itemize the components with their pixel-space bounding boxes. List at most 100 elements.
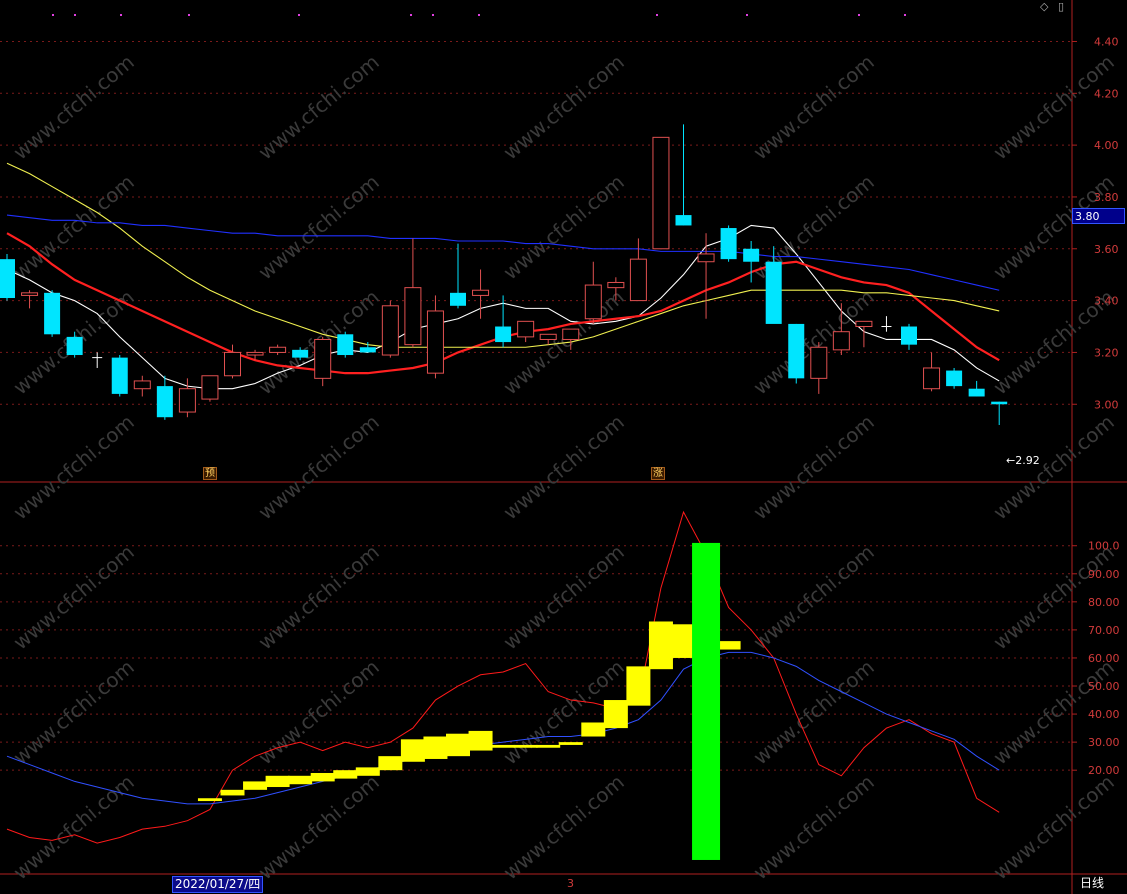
candle-body (991, 401, 1008, 405)
candle-body (607, 281, 625, 289)
min-price-arrow: ← (1006, 454, 1016, 467)
watermark-text: www.cfchi.com (989, 170, 1119, 285)
candle-body (359, 347, 376, 353)
indicator-yellow-bar (220, 789, 245, 796)
diamond-icon[interactable]: ◇ (1040, 0, 1048, 13)
watermark-text: www.cfchi.com (499, 770, 629, 885)
price-tick-label: 3.00 (1094, 398, 1119, 411)
candle-body (765, 261, 782, 324)
watermark-text: www.cfchi.com (9, 655, 139, 770)
candle-body (652, 136, 670, 250)
watermark-text: www.cfchi.com (9, 410, 139, 525)
watermark-text: www.cfchi.com (989, 410, 1119, 525)
candle-body (720, 228, 737, 260)
top-marker-dot (74, 14, 76, 16)
event-marker-zhang[interactable]: 涨 (651, 467, 665, 480)
candle-body (404, 287, 422, 346)
top-marker-dot (858, 14, 860, 16)
indicator-tick-label: 30.00 (1088, 736, 1120, 749)
indicator-yellow-bar (378, 756, 403, 771)
top-marker-dot (656, 14, 658, 16)
watermark-text: www.cfchi.com (749, 50, 879, 165)
grid-layer (0, 0, 1127, 894)
top-marker-dot (746, 14, 748, 16)
indicator-tick-label: 40.00 (1088, 708, 1120, 721)
top-marker-dot (410, 14, 412, 16)
indicator-yellow-bar (243, 781, 268, 790)
candle-body (133, 380, 151, 390)
indicator-yellow-bar (648, 621, 673, 670)
watermark-text: www.cfchi.com (254, 540, 384, 655)
watermark-text: www.cfchi.com (254, 410, 384, 525)
price-tick-label: 4.20 (1094, 87, 1119, 100)
candle-body (337, 334, 354, 356)
indicator-yellow-bar (558, 742, 583, 745)
watermark-text: www.cfchi.com (499, 170, 629, 285)
watermark-text: www.cfchi.com (499, 410, 629, 525)
indicator-tick-label: 20.00 (1088, 764, 1120, 777)
candle-body (697, 253, 715, 263)
indicator-yellow-bar (536, 744, 561, 748)
watermark-text: www.cfchi.com (749, 410, 879, 525)
candle-body (450, 292, 466, 306)
candle-body (292, 349, 309, 358)
candle-body (269, 346, 287, 353)
top-marker-dot (188, 14, 190, 16)
watermark-text: www.cfchi.com (9, 540, 139, 655)
indicator-tick-label: 90.00 (1088, 568, 1120, 581)
candle-body (44, 292, 61, 335)
indicator-yellow-bar (513, 744, 538, 748)
indicator-yellow-bar (333, 770, 358, 779)
watermark-text: www.cfchi.com (254, 170, 384, 285)
candle-body (968, 388, 985, 397)
min-price-label: ←2.92 (1006, 454, 1040, 467)
indicator-yellow-bar (603, 700, 628, 729)
indicator-tick-label: 60.00 (1088, 652, 1120, 665)
cursor-date-label: 2022/01/27/四 (172, 876, 264, 893)
candle-body (66, 336, 83, 356)
watermark-text: www.cfchi.com (499, 50, 629, 165)
indicator-tick-label: 50.00 (1088, 680, 1120, 693)
indicator-yellow-bar (716, 641, 741, 650)
candle-body (21, 292, 39, 296)
candle-body (156, 386, 173, 418)
indicator-green-bar (692, 542, 721, 860)
min-price-value: 2.92 (1015, 454, 1040, 467)
candle-body (946, 370, 963, 387)
candle-body (381, 305, 399, 356)
window-icon[interactable]: ▯ (1058, 0, 1064, 13)
candle-body (201, 375, 219, 400)
indicator-tick-label: 80.00 (1088, 596, 1120, 609)
candle-body (472, 289, 490, 296)
indicator-yellow-bar (310, 772, 335, 782)
candle-body (178, 388, 196, 413)
event-marker-yu[interactable]: 预 (203, 467, 217, 480)
current-price-tag: 3.80 (1072, 208, 1125, 224)
indicator-yellow-bar (468, 730, 493, 751)
candle-body (855, 320, 873, 328)
candle-body (788, 323, 805, 379)
indicator-yellow-bar (581, 722, 606, 737)
candle-body (584, 284, 602, 320)
indicator-yellow-bar (400, 739, 425, 762)
candle-body (517, 320, 535, 338)
top-marker-dot (298, 14, 300, 16)
candle-body (246, 351, 264, 356)
candle-body (224, 351, 241, 377)
top-marker-dot (120, 14, 122, 16)
candle-body (810, 346, 828, 379)
indicator-yellow-bar (671, 624, 696, 658)
price-tick-label: 3.60 (1094, 243, 1119, 256)
price-tick-label: 3.20 (1094, 346, 1119, 359)
indicator-yellow-bar (288, 775, 313, 785)
candle-body (562, 328, 580, 340)
indicator-yellow-bar (265, 775, 290, 788)
watermark-layer: www.cfchi.com www.cfchi.com www.cfchi.com w… (9, 50, 1119, 885)
watermark-text: www.cfchi.com (254, 655, 384, 770)
xaxis-month-mark: 3 (567, 877, 574, 890)
top-marker-dot (432, 14, 434, 16)
candle-body (743, 248, 760, 262)
watermark-text: www.cfchi.com (499, 285, 629, 400)
period-button[interactable]: 日线 (1080, 876, 1104, 891)
candle-body (111, 357, 128, 394)
